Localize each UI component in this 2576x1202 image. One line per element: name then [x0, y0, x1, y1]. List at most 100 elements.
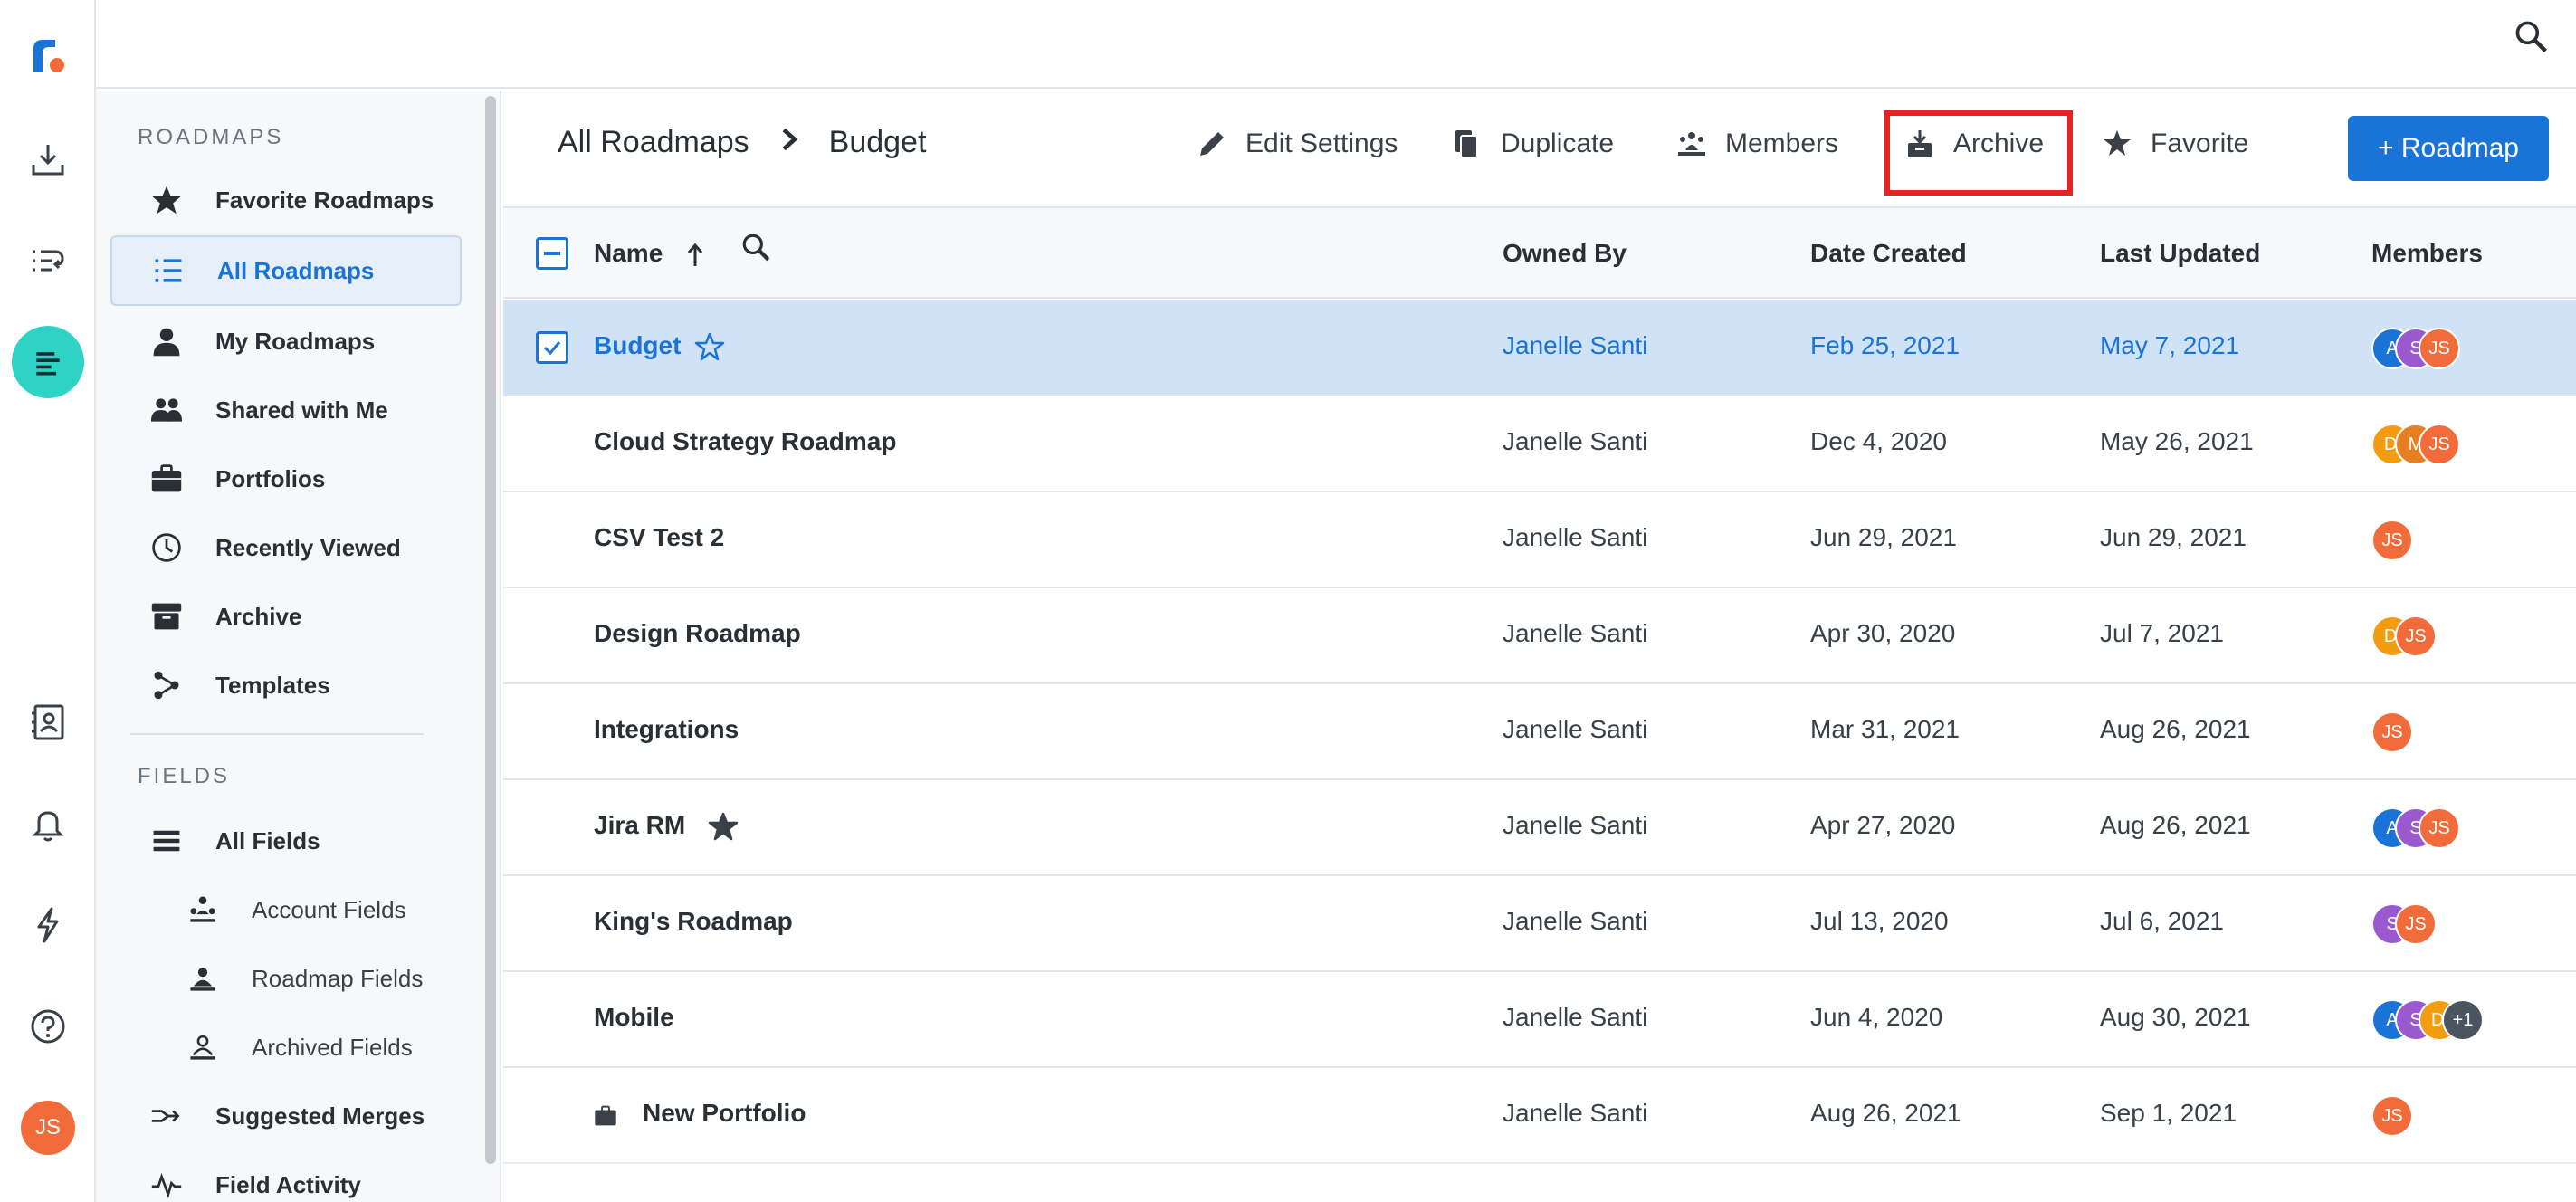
member-avatars[interactable]: A S D' +1 [2371, 999, 2484, 1041]
roadmap-name[interactable]: Design Roadmap [594, 619, 801, 648]
member-avatars[interactable]: D' M JS [2371, 424, 2460, 465]
duplicate-button[interactable]: Duplicate [1452, 112, 1614, 176]
bottom-fade [503, 1148, 2576, 1202]
portfolio-icon [594, 1104, 617, 1132]
roadmaps-section-heading: ROADMAPS [138, 125, 284, 149]
column-header-members[interactable]: Members [2371, 239, 2483, 268]
rail-notifications[interactable] [0, 787, 96, 860]
member-avatars[interactable]: JS [2371, 711, 2413, 753]
roadmap-name[interactable]: Integrations [594, 715, 739, 744]
rail-items[interactable] [0, 224, 96, 297]
sidebar-item-label: Archived Fields [252, 1033, 413, 1061]
column-header-owned-by[interactable]: Owned By [1503, 239, 1627, 268]
roadmap-name[interactable]: New Portfolio [643, 1099, 806, 1128]
table-row[interactable]: Jira RM Janelle Santi Apr 27, 2020 Aug 26, … [503, 780, 2576, 876]
edit-settings-label: Edit Settings [1245, 129, 1398, 158]
add-roadmap-button[interactable]: + Roadmap [2348, 116, 2549, 181]
date-created-cell: Feb 25, 2021 [1810, 331, 1961, 359]
owner-cell: Janelle Santi [1503, 619, 1648, 647]
member-avatars[interactable]: JS [2371, 520, 2413, 561]
owner-cell: Janelle Santi [1503, 715, 1648, 743]
last-updated-cell: Aug 30, 2021 [2100, 1003, 2251, 1031]
star-icon [2104, 130, 2131, 156]
breadcrumb-root[interactable]: All Roadmaps [558, 125, 749, 160]
edit-settings-button[interactable]: Edit Settings [1197, 112, 1398, 176]
table-row[interactable]: Mobile Janelle Santi Jun 4, 2020 Aug 30, 20… [503, 972, 2576, 1068]
table-row[interactable]: Budget Janelle Santi Feb 25, 2021 May 7, 20… [503, 300, 2576, 396]
table-row[interactable]: King's Roadmap Janelle Santi Jul 13, 2020 J… [503, 876, 2576, 972]
sort-ascending-icon [687, 243, 703, 266]
app-logo[interactable] [0, 20, 96, 92]
owner-cell: Janelle Santi [1503, 331, 1648, 359]
merge-icon [148, 1098, 185, 1134]
breadcrumb: All Roadmaps Budget [558, 125, 926, 160]
rail-import[interactable] [0, 123, 96, 196]
rail-contacts[interactable] [0, 686, 96, 758]
member-avatars[interactable]: D' JS [2371, 615, 2437, 657]
column-header-date-created[interactable]: Date Created [1810, 239, 1967, 268]
select-all-checkbox[interactable] [536, 237, 568, 270]
sidebar-item-field-activity[interactable]: Field Activity [110, 1150, 462, 1202]
sidebar-scrollbar[interactable] [485, 96, 496, 1164]
rail-user-menu[interactable]: JS [0, 1092, 96, 1164]
roadmap-name[interactable]: CSV Test 2 [594, 523, 724, 552]
member-avatars[interactable]: JS [2371, 1095, 2413, 1137]
sidebar-item-archived-fields[interactable]: Archived Fields [110, 1012, 462, 1083]
roadmap-name[interactable]: King's Roadmap [594, 907, 793, 936]
rail-help[interactable] [0, 990, 96, 1063]
search-icon [2515, 21, 2547, 52]
sidebar-item-all-fields[interactable]: All Fields [110, 806, 462, 876]
sidebar-item-shared-with-me[interactable]: Shared with Me [110, 375, 462, 445]
table-row[interactable]: Design Roadmap Janelle Santi Apr 30, 2020 J… [503, 588, 2576, 684]
column-header-name[interactable]: Name [594, 239, 704, 268]
chevron-right-icon [777, 125, 802, 160]
member-avatar: JS [2371, 520, 2413, 561]
member-avatar: JS [2395, 903, 2437, 945]
sidebar-item-my-roadmaps[interactable]: My Roadmaps [110, 306, 462, 377]
star-outline-icon[interactable] [694, 331, 725, 367]
help-circle-icon [31, 1009, 65, 1044]
roadmap-name[interactable]: Mobile [594, 1003, 674, 1032]
member-avatars[interactable]: S JS [2371, 903, 2437, 945]
table-search-button[interactable] [740, 232, 771, 267]
date-created-cell: Aug 26, 2021 [1810, 1099, 1961, 1127]
rail-roadmaps[interactable] [0, 326, 96, 398]
duplicate-label: Duplicate [1501, 129, 1615, 158]
members-icon [1678, 132, 1705, 156]
checkmark-icon [543, 341, 561, 356]
star-filled-icon[interactable] [708, 811, 739, 846]
table-row[interactable]: Cloud Strategy Roadmap Janelle Santi Dec 4… [503, 396, 2576, 492]
sidebar-item-roadmap-fields[interactable]: Roadmap Fields [110, 943, 462, 1014]
sidebar-item-all-roadmaps[interactable]: All Roadmaps [110, 235, 462, 306]
global-search-button[interactable] [2507, 13, 2554, 60]
column-header-last-updated[interactable]: Last Updated [2100, 239, 2260, 268]
member-avatars[interactable]: A S JS [2371, 328, 2460, 369]
sidebar-item-portfolios[interactable]: Portfolios [110, 444, 462, 514]
sidebar-item-label: Recently Viewed [215, 533, 401, 561]
sidebar-item-recently-viewed[interactable]: Recently Viewed [110, 512, 462, 583]
members-button[interactable]: Members [1676, 112, 1838, 176]
member-avatars[interactable]: A S JS [2371, 807, 2460, 849]
sidebar-item-label: Roadmap Fields [252, 964, 424, 992]
rail-activity[interactable] [0, 889, 96, 961]
sidebar-item-account-fields[interactable]: Account Fields [110, 874, 462, 945]
table-row[interactable]: Integrations Janelle Santi Mar 31, 2021 Aug… [503, 684, 2576, 780]
table-row[interactable]: CSV Test 2 Janelle Santi Jun 29, 2021 Jun 2… [503, 492, 2576, 588]
sidebar-item-label: Suggested Merges [215, 1102, 425, 1130]
owner-cell: Janelle Santi [1503, 523, 1648, 551]
roadmap-name[interactable]: Jira RM [594, 811, 685, 840]
roadmap-name[interactable]: Cloud Strategy Roadmap [594, 427, 896, 456]
fields-icon [148, 823, 185, 859]
sidebar-item-suggested-merges[interactable]: Suggested Merges [110, 1081, 462, 1151]
favorite-button[interactable]: Favorite [2102, 112, 2248, 176]
sidebar-item-templates[interactable]: Templates [110, 650, 462, 720]
sidebar-item-label: Favorite Roadmaps [215, 186, 434, 214]
member-avatar: JS [2419, 328, 2460, 369]
contacts-book-icon [32, 704, 64, 740]
last-updated-cell: May 7, 2021 [2100, 331, 2240, 359]
sidebar-item-favorite-roadmaps[interactable]: Favorite Roadmaps [110, 165, 462, 235]
lightning-icon [37, 907, 59, 943]
row-checkbox[interactable] [536, 331, 568, 364]
sidebar-item-archive[interactable]: Archive [110, 581, 462, 652]
roadmap-name[interactable]: Budget [594, 331, 681, 360]
